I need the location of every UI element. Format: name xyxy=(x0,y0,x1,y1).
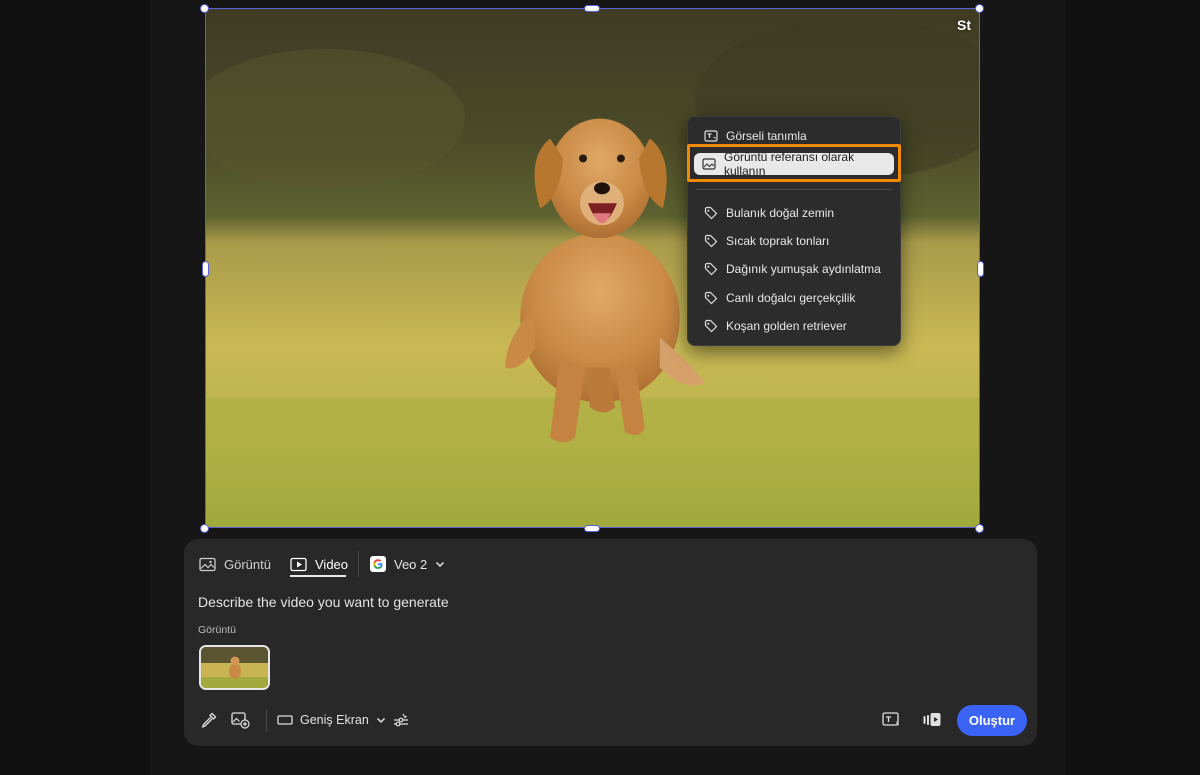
eyedropper-icon xyxy=(201,712,217,728)
reference-image-thumbnail[interactable] xyxy=(199,645,270,690)
dog-thumbnail-image xyxy=(201,647,268,688)
tab-divider xyxy=(358,551,359,577)
resize-handle-top-right[interactable] xyxy=(975,4,984,13)
video-frames-icon xyxy=(923,713,941,726)
eyedropper-button[interactable] xyxy=(200,711,218,729)
menu-item-label: Sıcak toprak tonları xyxy=(726,234,830,248)
tag-icon xyxy=(704,291,718,305)
menu-divider xyxy=(696,189,892,190)
menu-item-tag-diffused-soft-lighting[interactable]: Dağınık yumuşak aydınlatma xyxy=(696,258,892,280)
toolbar-divider xyxy=(266,710,267,732)
widescreen-icon xyxy=(277,715,293,725)
highlight-annotation-box xyxy=(687,144,901,182)
tag-icon xyxy=(704,206,718,220)
tag-icon xyxy=(704,234,718,248)
menu-item-tag-running-golden-retriever[interactable]: Koşan golden retriever xyxy=(696,315,892,337)
menu-item-tag-blurred-natural-background[interactable]: Bulanık doğal zemin xyxy=(696,202,892,224)
resize-handle-bottom-left[interactable] xyxy=(200,524,209,533)
model-label: Veo 2 xyxy=(394,556,428,572)
resize-handle-left[interactable] xyxy=(202,261,209,277)
google-logo-icon xyxy=(370,556,386,572)
settings-adjust-button[interactable] xyxy=(392,711,410,729)
tag-icon xyxy=(704,262,718,276)
adjust-sliders-icon xyxy=(394,713,408,727)
menu-item-tag-vivid-naturalistic-realism[interactable]: Canlı doğalcı gerçekçilik xyxy=(696,287,892,309)
reference-section-label: Görüntü xyxy=(198,624,236,636)
menu-item-label: Koşan golden retriever xyxy=(726,319,847,333)
tab-label: Video xyxy=(315,556,349,572)
tab-label: Görüntü xyxy=(224,556,271,572)
describe-image-button[interactable] xyxy=(882,711,902,729)
add-image-button[interactable] xyxy=(231,711,250,729)
tab-image[interactable]: Görüntü xyxy=(199,553,271,575)
describe-image-icon xyxy=(882,712,899,726)
image-icon xyxy=(199,557,216,571)
chevron-down-icon xyxy=(376,717,385,724)
describe-image-icon xyxy=(704,130,718,142)
generation-panel: Görüntü Video Veo 2 Describe the video y… xyxy=(184,539,1037,746)
menu-item-label: Görseli tanımla xyxy=(726,129,807,143)
tag-icon xyxy=(704,319,718,333)
menu-item-label: Dağınık yumuşak aydınlatma xyxy=(726,262,881,276)
model-selector[interactable]: Veo 2 xyxy=(370,553,445,575)
resize-handle-right[interactable] xyxy=(977,261,984,277)
tab-video[interactable]: Video xyxy=(290,553,348,575)
add-image-icon xyxy=(231,712,250,729)
menu-item-tag-warm-earth-tones[interactable]: Sıcak toprak tonları xyxy=(696,230,892,252)
generate-button[interactable]: Oluştur xyxy=(957,705,1027,736)
aspect-ratio-label: Geniş Ekran xyxy=(300,713,369,727)
adobe-stock-badge: St xyxy=(957,17,971,33)
resize-handle-bottom-right[interactable] xyxy=(975,524,984,533)
chevron-down-icon xyxy=(436,561,445,568)
menu-item-label: Canlı doğalcı gerçekçilik xyxy=(726,291,856,305)
aspect-ratio-selector[interactable]: Geniş Ekran xyxy=(277,711,386,729)
resize-handle-top[interactable] xyxy=(584,5,600,12)
active-tab-indicator xyxy=(290,575,346,577)
resize-handle-top-left[interactable] xyxy=(200,4,209,13)
video-play-icon xyxy=(290,557,307,571)
video-settings-button[interactable] xyxy=(922,711,942,729)
resize-handle-bottom[interactable] xyxy=(584,525,600,532)
menu-item-label: Bulanık doğal zemin xyxy=(726,206,835,220)
prompt-input[interactable]: Describe the video you want to generate xyxy=(198,594,449,610)
